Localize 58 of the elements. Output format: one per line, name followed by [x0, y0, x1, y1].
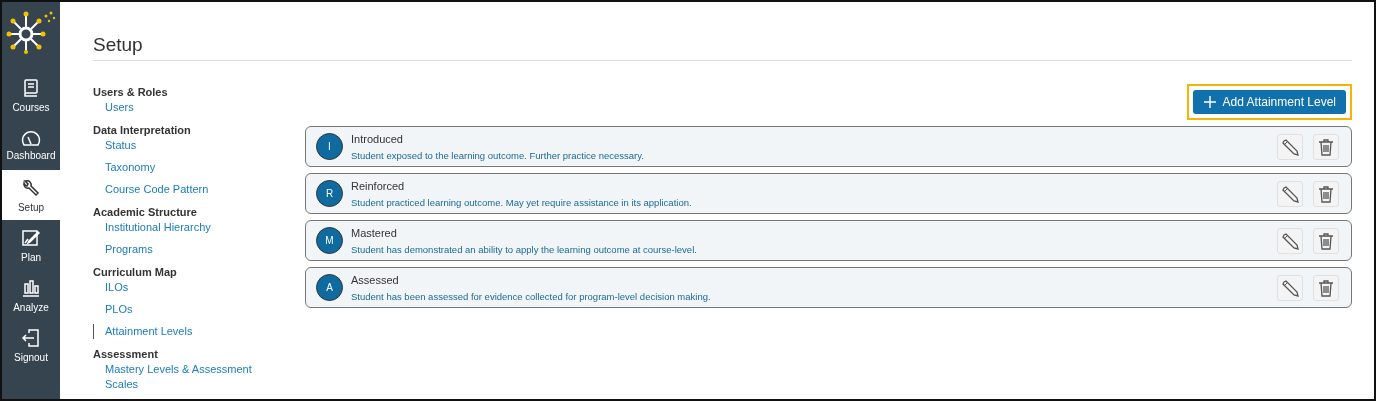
level-description: Student exposed to the learning outcome. Further practice necessary.	[351, 149, 645, 161]
nav-heading: Curriculum Map	[93, 265, 178, 280]
nav-heading: Data Interpretation	[93, 123, 192, 138]
nav-heading: Academic Structure	[93, 205, 198, 220]
pencil-icon	[1281, 231, 1299, 250]
sidebar-item[interactable]: Analyze	[2, 270, 60, 320]
trash-icon	[1318, 231, 1334, 250]
exit-icon	[21, 327, 41, 348]
edit-button[interactable]	[1277, 133, 1303, 160]
letter-badge: M	[316, 227, 343, 254]
pencil-icon	[1281, 184, 1299, 203]
nav-heading: Assessment	[93, 347, 159, 362]
delete-button[interactable]	[1313, 227, 1339, 254]
page-title: Setup	[93, 34, 1352, 61]
level-description: Student has been assessed for evidence collected for program-level decision making.	[351, 290, 712, 302]
wrench-icon	[21, 177, 41, 198]
level-name: Reinforced	[351, 179, 406, 192]
nav-link[interactable]: Course Code Pattern	[93, 182, 265, 197]
sidebar-item[interactable]: Courses	[2, 70, 60, 120]
level-name: Mastered	[351, 226, 398, 239]
trash-icon	[1318, 137, 1334, 156]
pencil-icon	[1281, 278, 1299, 297]
level-description: Student practiced learning outcome. May yet require assistance in its application.	[351, 196, 693, 208]
add-button[interactable]: Add Attainment Level	[1192, 90, 1346, 114]
nav-link[interactable]: Programs	[93, 242, 265, 257]
sidebar-item[interactable]: Signout	[2, 320, 60, 370]
pencil-icon	[1281, 137, 1299, 156]
trash-icon	[1318, 184, 1334, 203]
delete-button[interactable]	[1313, 180, 1339, 207]
plus-icon	[1202, 95, 1217, 109]
sidebar-item[interactable]: Plan	[2, 220, 60, 270]
letter-badge: A	[316, 274, 343, 301]
letter-badge: R	[316, 180, 343, 207]
nav-link[interactable]: Institutional Hierarchy	[93, 220, 265, 235]
nav-heading: Users & Roles	[93, 85, 169, 100]
edit-button[interactable]	[1277, 274, 1303, 301]
nav-link[interactable]: ILOs	[93, 280, 265, 295]
nav-link[interactable]: Mastery Levels & Assessment Scales	[93, 362, 265, 392]
edit-button[interactable]	[1277, 227, 1303, 254]
level-name: Assessed	[351, 273, 400, 286]
bar-chart-icon	[21, 277, 41, 298]
book-icon	[21, 77, 41, 98]
trash-icon	[1318, 278, 1334, 297]
level-name: Introduced	[351, 132, 404, 145]
edit-button[interactable]	[1277, 180, 1303, 207]
nav-link[interactable]: PLOs	[93, 302, 265, 317]
nav-link[interactable]: Taxonomy	[93, 160, 265, 175]
gauge-icon	[21, 129, 41, 146]
level-description: Student has demonstrated an ability to apply the learning outcome at course-level.	[351, 243, 698, 255]
delete-button[interactable]	[1313, 274, 1339, 301]
nav-link[interactable]: Attainment Levels	[93, 324, 265, 339]
delete-button[interactable]	[1313, 133, 1339, 160]
sidebar-item[interactable]: Setup	[2, 170, 60, 220]
nav-link[interactable]: Users	[93, 100, 265, 115]
letter-badge: I	[316, 133, 343, 160]
pencil-square-icon	[21, 227, 41, 248]
sidebar-item[interactable]: Dashboard	[2, 120, 60, 170]
nav-link[interactable]: Status	[93, 138, 265, 153]
